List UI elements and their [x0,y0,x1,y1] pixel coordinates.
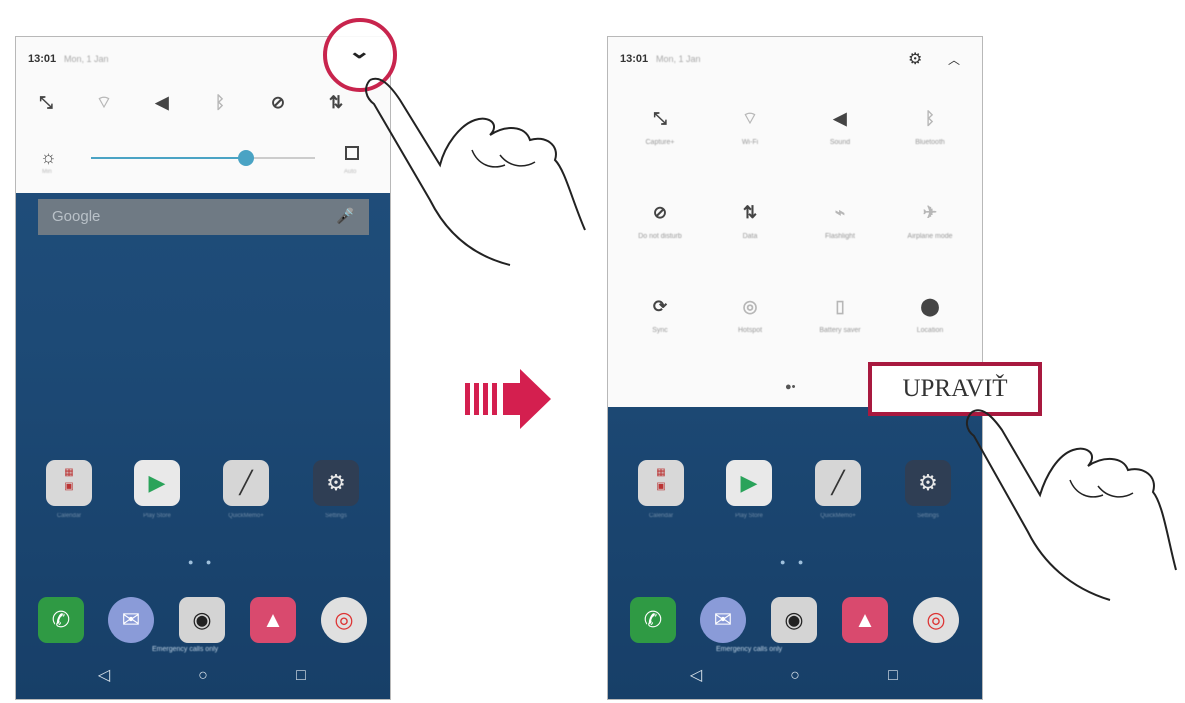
app-play-store-icon[interactable]: ▶ [134,460,180,506]
app-play-store-icon[interactable]: ▶ [726,460,772,506]
back-icon[interactable]: ◁ [91,663,117,689]
tile-airplane-mode[interactable]: ✈ Airplane mode [886,201,974,261]
location-icon: ⬤ [920,297,940,316]
search-text: Google [52,208,101,225]
tile-hotspot[interactable]: ◎ Hotspot [706,295,794,355]
chevron-down-icon[interactable]: ⌄ [348,39,371,64]
chevron-up-icon[interactable]: ︿ [948,51,960,68]
tile-label: Sound [829,139,851,146]
quick-settings-page-dots: ●• [785,381,796,393]
recents-icon[interactable]: □ [880,663,906,689]
bluetooth-off-icon[interactable]: ᛒ [208,91,232,115]
dock-camera-icon[interactable]: ◉ [179,597,225,643]
dock-phone-icon[interactable]: ✆ [630,597,676,643]
microphone-icon[interactable]: 🎤 [336,199,355,235]
status-date: Mon, 1 Jan [656,54,701,64]
tile-flashlight[interactable]: ⌁ Flashlight [796,201,884,261]
sound-icon[interactable]: ◀ [150,91,174,115]
tile-do-not-disturb[interactable]: ⊘ Do not disturb [616,201,704,261]
emergency-text: Emergency calls only [716,646,783,653]
brightness-fill [91,157,246,159]
tile-label: Flashlight [825,233,855,240]
tile-label: Battery saver [819,327,861,334]
tile-sound[interactable]: ◀ Sound [796,107,884,167]
google-search-bar[interactable]: Google 🎤 [38,199,369,235]
auto-brightness-checkbox[interactable] [345,146,359,160]
do-not-disturb-icon[interactable]: ⊘ [266,91,290,115]
home-page-dots: ● ● [188,557,217,567]
bluetooth-off-icon: ᛒ [924,109,936,128]
tile-label: Do not disturb [638,233,682,240]
back-icon[interactable]: ◁ [683,663,709,689]
home-icon[interactable]: ○ [782,663,808,689]
tile-bluetooth[interactable]: ᛒ Bluetooth [886,107,974,167]
app-calendar-icon[interactable]: ▦ ▣ [46,460,92,506]
brightness-row: ☼ Min Auto [16,146,390,187]
app-settings-icon[interactable]: ⚙ [905,460,951,506]
tile-label: Airplane mode [907,233,953,240]
sound-icon: ◀ [833,109,847,128]
tile-label: Data [742,233,758,240]
tile-data[interactable]: ⇅ Data [706,201,794,261]
tile-battery-saver[interactable]: ▯ Battery saver [796,295,884,355]
tile-label: Capture+ [645,139,675,146]
app-notes-icon[interactable]: ╱ [223,460,269,506]
tile-label: Hotspot [737,327,763,334]
brightness-auto-label: Auto [344,169,357,175]
brightness-slider[interactable] [91,150,315,166]
tile-label: Bluetooth [915,139,945,146]
navigation-bar: ◁ ○ □ [608,663,982,693]
status-date: Mon, 1 Jan [64,54,109,64]
status-time: 13:01 [28,53,57,65]
edit-label: UPRAVIŤ [902,375,1008,402]
capture-icon[interactable]: ⤡ [34,91,58,115]
data-icon: ⇅ [742,203,758,222]
sync-icon: ⟳ [652,297,668,316]
tile-label: Sync [652,327,668,334]
dock-messages-icon[interactable]: ✉ [108,597,154,643]
tile-sync[interactable]: ⟳ Sync [616,295,704,355]
app-notes-icon[interactable]: ╱ [815,460,861,506]
airplane-off-icon: ✈ [922,203,938,222]
dock-messages-icon[interactable]: ✉ [700,597,746,643]
pointing-hand-left [365,77,586,266]
settings-gear-icon[interactable]: ⚙ [908,49,922,69]
tile-capture-[interactable]: ⤡ Capture+ [616,107,704,167]
battery-saver-off-icon: ▯ [835,297,845,316]
tile-label: Location [916,327,944,334]
tile-label: Wi-Fi [741,139,759,146]
wifi-off-icon: ⌔ [742,109,758,128]
next-step-arrow [465,369,555,429]
dock-gallery-icon[interactable]: ▲ [250,597,296,643]
quick-toggle-row: ⤡ ⌔ ◀ ᛒ ⊘ ⇅ [16,91,390,119]
dock-camera-icon[interactable]: ◉ [771,597,817,643]
dock-chrome-icon[interactable]: ◎ [321,597,367,643]
tile-wi-fi[interactable]: ⌔ Wi-Fi [706,107,794,167]
app-settings-icon[interactable]: ⚙ [313,460,359,506]
app-calendar-icon[interactable]: ▦ ▣ [638,460,684,506]
emergency-text: Emergency calls only [152,646,219,653]
dock-chrome-icon[interactable]: ◎ [913,597,959,643]
do-not-disturb-icon: ⊘ [652,203,668,222]
brightness-thumb[interactable] [237,150,254,166]
quick-settings-expanded: 13:01 Mon, 1 Jan ⚙ ︿ ⤡ Capture+ ⌔ Wi-Fi ◀ Sou… [608,37,982,407]
dock-phone-icon[interactable]: ✆ [38,597,84,643]
flashlight-off-icon: ⌁ [834,203,846,222]
tile-location[interactable]: ⬤ Location [886,295,974,355]
home-page-dots: ● ● [780,557,809,567]
capture-icon: ⤡ [653,109,667,128]
brightness-min-label: Min [42,169,52,175]
phone-screen-before: Google 🎤 ▦ ▣ ▶ ╱ ⚙ Calendar Play Store Qu… [15,36,391,700]
status-time: 13:01 [620,53,649,65]
navigation-bar: ◁ ○ □ [16,663,390,693]
hotspot-off-icon: ◎ [742,297,758,316]
data-icon[interactable]: ⇅ [324,91,348,115]
pointing-hand-right [966,409,1177,601]
home-icon[interactable]: ○ [190,663,216,689]
dock-gallery-icon[interactable]: ▲ [842,597,888,643]
recents-icon[interactable]: □ [288,663,314,689]
wifi-off-icon[interactable]: ⌔ [92,91,116,115]
brightness-icon: ☼ [40,147,57,167]
